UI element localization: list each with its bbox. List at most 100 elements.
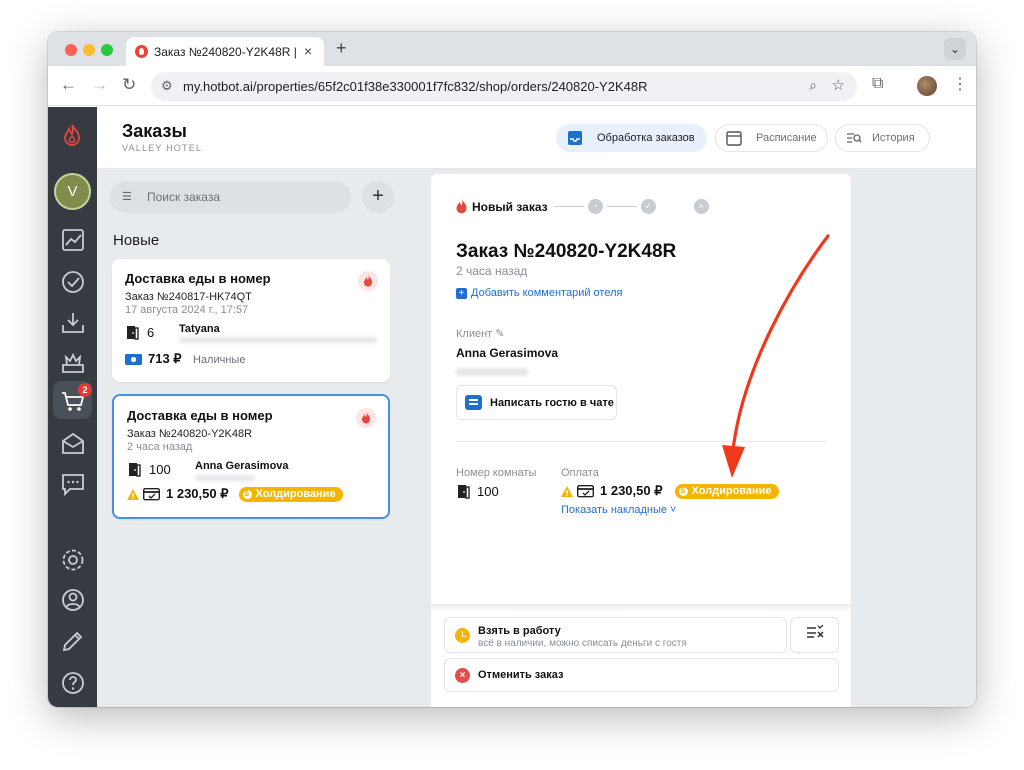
forward-arrow-icon[interactable]: → xyxy=(91,75,108,95)
settings-gear-icon[interactable] xyxy=(58,545,87,574)
extensions-puzzle-icon[interactable]: ⧉ xyxy=(872,75,883,93)
step-connector xyxy=(553,206,584,207)
profile-avatar[interactable] xyxy=(917,76,937,96)
order-card-number: Заказ №240817-HK74QT xyxy=(125,291,252,303)
order-card-room: 100 xyxy=(127,462,171,477)
user-profile-icon[interactable] xyxy=(58,585,87,614)
cancel-step-icon: × xyxy=(693,199,709,214)
close-tab-icon[interactable]: × xyxy=(304,43,312,59)
order-card-guest: Tatyana xyxy=(179,323,220,335)
chat-message-icon xyxy=(465,395,482,410)
order-card-amount: 713 ₽ xyxy=(148,351,182,366)
add-comment-link[interactable]: + Добавить комментарий отеля xyxy=(456,287,622,299)
payment-value: 1 230,50 ₽ Холдирование xyxy=(561,483,779,499)
payment-label: Оплата xyxy=(561,467,599,479)
take-to-work-label: Взять в работу xyxy=(478,625,561,637)
url-field[interactable]: ⚙ my.hotbot.ai/properties/65f2c01f38e330… xyxy=(151,72,857,101)
order-card-payment-type: Наличные xyxy=(193,354,246,366)
crown-tray-icon[interactable] xyxy=(58,348,87,377)
clock-step-icon: ◔ xyxy=(587,199,603,214)
tab-bar: Заказ №240820-Y2K48R | V × + ⌄ xyxy=(48,32,976,66)
edit-pencil-icon[interactable]: ✎ xyxy=(495,328,504,340)
tab-order-processing[interactable]: Обработка заказов xyxy=(556,124,707,152)
analytics-chart-icon[interactable] xyxy=(58,225,87,254)
order-card-room: 6 xyxy=(125,325,154,340)
new-tab-button[interactable]: + xyxy=(336,38,347,59)
show-invoices-link[interactable]: Показать накладные ˅ xyxy=(561,504,676,516)
zoom-icon[interactable]: ⌕ xyxy=(809,77,817,94)
browser-window: Заказ №240820-Y2K48R | V × + ⌄ ← → ↻ ⚙ m… xyxy=(48,32,976,707)
card-check-icon xyxy=(577,484,594,497)
room-number-label: Номер комнаты xyxy=(456,467,537,479)
page-header: Заказы VALLEY HOTEL Обработка заказов Ра… xyxy=(97,107,976,169)
hotbot-flame-logo-icon xyxy=(62,124,82,151)
order-card-room-number: 6 xyxy=(147,325,155,340)
edit-pencil-icon[interactable] xyxy=(58,626,87,655)
coin-icon xyxy=(678,486,688,496)
page-title: Заказы xyxy=(122,121,187,141)
help-question-icon[interactable] xyxy=(58,668,87,697)
chat-with-guest-button[interactable]: Написать гостю в чате xyxy=(456,385,617,420)
bookmark-star-icon[interactable]: ☆ xyxy=(832,76,845,94)
browser-menu-icon[interactable]: ⋮ xyxy=(952,74,968,94)
sidebar-nav: V 2 xyxy=(48,107,97,707)
order-card[interactable]: Доставка еды в номер Заказ №240817-HK74Q… xyxy=(112,259,390,382)
tab-search-chevron-icon[interactable]: ⌄ xyxy=(944,38,966,60)
tab-title: Заказ №240820-Y2K48R | V xyxy=(154,45,299,59)
divider xyxy=(456,441,826,442)
cancel-order-button[interactable]: × Отменить заказ xyxy=(444,658,839,692)
inbox-tray-icon xyxy=(568,131,582,145)
back-arrow-icon[interactable]: ← xyxy=(60,75,77,95)
check-step-icon: ✓ xyxy=(640,199,656,214)
client-label-text: Клиент xyxy=(456,328,493,340)
inbox-download-icon[interactable] xyxy=(58,308,87,337)
order-time: 2 часа назад xyxy=(456,264,528,278)
hold-status-label: Холдирование xyxy=(691,485,772,497)
card-check-icon xyxy=(143,487,160,500)
add-order-button[interactable]: + xyxy=(362,181,394,213)
flame-icon xyxy=(456,199,467,214)
calendar-icon xyxy=(726,131,742,146)
cancel-x-icon: × xyxy=(455,668,470,683)
address-bar: ← → ↻ ⚙ my.hotbot.ai/properties/65f2c01f… xyxy=(48,66,976,106)
step-new-order-label: Новый заказ xyxy=(472,199,548,214)
order-card-payment: 1 230,50 ₽ Холдирование xyxy=(127,486,343,502)
chat-bubble-icon[interactable] xyxy=(58,469,87,498)
close-window-button[interactable] xyxy=(65,44,77,56)
warning-icon xyxy=(561,485,573,497)
minimize-window-button[interactable] xyxy=(83,44,95,56)
take-to-work-button[interactable]: Взять в работу всё в наличии, можно спис… xyxy=(444,617,787,653)
tab-history[interactable]: История xyxy=(835,124,930,152)
partial-availability-button[interactable] xyxy=(790,617,839,653)
browser-tab[interactable]: Заказ №240820-Y2K48R | V × xyxy=(126,37,324,66)
client-name: Anna Gerasimova xyxy=(456,346,559,360)
flame-icon xyxy=(356,408,376,428)
hotel-avatar[interactable]: V xyxy=(54,173,91,210)
order-search-input[interactable]: ☰ Поиск заказа xyxy=(110,181,351,213)
order-actions-panel: Взять в работу всё в наличии, можно спис… xyxy=(431,604,851,707)
payment-amount: 1 230,50 ₽ xyxy=(600,483,663,498)
add-comment-plus-icon: + xyxy=(456,287,467,299)
order-card-title: Доставка еды в номер xyxy=(127,408,273,423)
order-card-payment: 713 ₽ xyxy=(125,351,182,367)
coin-icon xyxy=(242,489,252,499)
tab-schedule[interactable]: Расписание xyxy=(715,124,828,152)
order-progress-steps: Новый заказ ◔ ✓ × xyxy=(455,199,709,214)
clock-icon xyxy=(455,628,470,643)
door-icon xyxy=(129,463,141,477)
room-number-value: 100 xyxy=(456,484,499,499)
order-card-time: 17 августа 2024 г., 17:57 xyxy=(125,304,249,316)
reload-icon[interactable]: ↻ xyxy=(122,75,136,95)
door-icon xyxy=(458,485,470,499)
tasks-check-icon[interactable] xyxy=(58,267,87,296)
list-search-icon: ☰ xyxy=(122,191,132,203)
redacted-guest-info xyxy=(195,475,255,481)
mail-open-icon[interactable] xyxy=(58,428,87,457)
hotel-avatar-letter: V xyxy=(67,183,78,200)
order-card-selected[interactable]: Доставка еды в номер Заказ №240820-Y2K48… xyxy=(112,394,390,519)
flame-icon xyxy=(358,271,378,291)
cart-count-badge: 2 xyxy=(78,383,92,397)
site-info-icon[interactable]: ⚙ xyxy=(161,78,173,94)
redacted-guest-info xyxy=(179,337,377,343)
maximize-window-button[interactable] xyxy=(101,44,113,56)
